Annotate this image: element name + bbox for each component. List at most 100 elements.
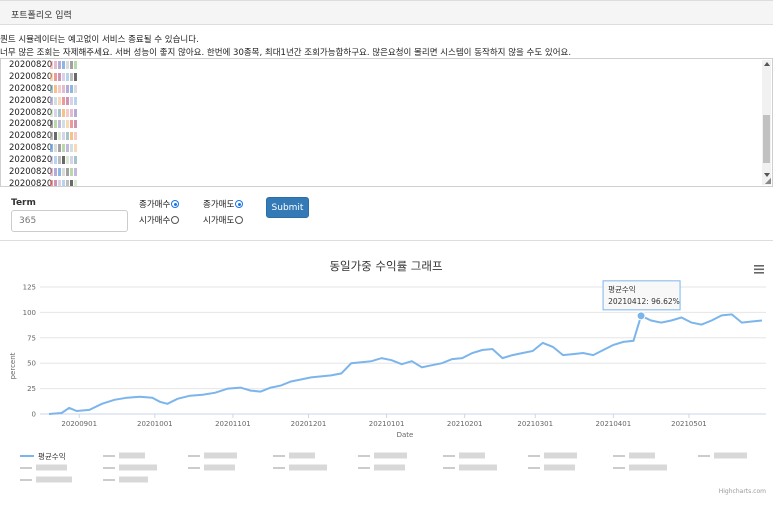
portfolio-line: 20200820	[9, 59, 77, 71]
obscured-ticker	[50, 144, 77, 153]
returns-chart: 동일가중 수익률 그래프 0 25 50 75 100 125 20200901 20201…	[9, 259, 766, 495]
portfolio-line-date: 20200820	[9, 59, 53, 70]
x-tick-label: 20201201	[291, 420, 327, 428]
obscured-ticker	[50, 120, 77, 129]
series-line-avg-return[interactable]	[48, 313, 763, 415]
y-tick-label: 100	[23, 309, 36, 317]
obscured-ticker	[50, 60, 77, 69]
legend-hidden-label	[289, 452, 315, 459]
obscured-ticker	[50, 156, 77, 165]
chart-credits[interactable]: Highcharts.com	[719, 488, 766, 495]
radio-close-sell-input[interactable]	[235, 200, 244, 208]
legend-hidden-label	[629, 452, 655, 459]
y-axis-label: percent	[9, 352, 17, 379]
portfolio-line: 20200820	[9, 154, 77, 166]
portfolio-line: 20200820	[9, 95, 77, 107]
portfolio-line-date: 20200820	[9, 178, 53, 187]
scroll-up-icon[interactable]	[764, 62, 770, 66]
legend-hidden-label	[36, 464, 67, 471]
x-tick-label: 20201001	[137, 420, 173, 428]
chart-container: 동일가중 수익률 그래프 0 25 50 75 100 125 20200901 20201…	[0, 240, 773, 521]
radio-close-sell[interactable]: 종가매도	[203, 198, 244, 210]
portfolio-line-date: 20200820	[9, 131, 53, 142]
portfolio-line: 20200820	[9, 166, 77, 178]
legend-hidden-label	[119, 452, 145, 459]
notice-usage: 너무 많은 조회는 자제해주세요. 서버 성능이 좋지 않아요. 한번에 30종…	[0, 48, 572, 58]
textarea-scrollbar[interactable]	[762, 60, 771, 185]
obscured-ticker	[50, 108, 77, 117]
y-tick-label: 0	[32, 411, 36, 419]
panel-title: 포트폴리오 입력	[11, 11, 72, 21]
radio-open-sell[interactable]: 시가매도	[203, 214, 244, 226]
portfolio-line-date: 20200820	[9, 107, 53, 118]
obscured-ticker	[50, 84, 77, 93]
portfolio-line: 20200820	[9, 71, 77, 83]
portfolio-line-date: 20200820	[9, 83, 53, 94]
x-axis-ticks: 20200901 20201001 20201101 20201201 20210101…	[40, 413, 766, 428]
portfolio-line: 20200820	[9, 83, 77, 95]
submit-button[interactable]: Submit	[266, 197, 309, 218]
x-tick-label: 20210401	[596, 420, 632, 428]
radio-open-buy-label: 시가매수	[139, 216, 171, 226]
hamburger-menu-icon[interactable]	[754, 265, 764, 274]
legend-hidden-label	[544, 464, 575, 471]
portfolio-line-date: 20200820	[9, 95, 53, 106]
radio-open-buy-input[interactable]	[171, 216, 180, 224]
radio-close-sell-label: 종가매도	[203, 200, 235, 210]
resize-handle-icon[interactable]: ◢	[765, 177, 771, 185]
portfolio-line: 20200820	[9, 130, 77, 142]
x-tick-label: 20210201	[447, 420, 483, 428]
legend-label-avg-return: 평균수익	[38, 451, 66, 461]
portfolio-line: 20200820	[9, 142, 77, 154]
tooltip-series-name: 평균수익	[608, 284, 636, 294]
portfolio-line: 20200820	[9, 107, 77, 119]
legend-hidden-label	[119, 476, 148, 483]
term-input[interactable]	[11, 210, 128, 232]
legend-hidden-label	[119, 464, 157, 471]
y-tick-label: 125	[23, 284, 36, 292]
scroll-thumb[interactable]	[763, 115, 770, 163]
hover-point[interactable]	[636, 311, 646, 321]
radio-close-buy-input[interactable]	[171, 200, 180, 208]
radio-open-sell-label: 시가매도	[203, 216, 235, 226]
obscured-ticker	[50, 132, 77, 141]
x-tick-label: 20210301	[517, 420, 553, 428]
radio-close-buy[interactable]: 종가매수	[139, 198, 180, 210]
legend-hidden-label	[629, 464, 667, 471]
notice-service: 퀀트 시뮬레이터는 예고없이 서비스 종료될 수 있습니다.	[0, 35, 199, 45]
portfolio-line: 20200820	[9, 118, 77, 130]
portfolio-textarea[interactable]: 20200820 20200820 20200820 20200820 20200820…	[0, 58, 773, 187]
legend-hidden-label	[204, 452, 237, 459]
tooltip-value: 20210412: 96.62%	[608, 297, 680, 306]
y-tick-label: 75	[27, 334, 36, 342]
radio-open-sell-input[interactable]	[235, 216, 244, 224]
x-axis-label: Date	[397, 431, 414, 439]
portfolio-line-date: 20200820	[9, 166, 53, 177]
x-tick-label: 20200901	[61, 420, 97, 428]
chart-title: 동일가중 수익률 그래프	[329, 259, 442, 273]
chart-tooltip: 평균수익 20210412: 96.62%	[602, 280, 681, 311]
portfolio-line-date: 20200820	[9, 119, 53, 130]
radio-close-buy-label: 종가매수	[139, 200, 171, 210]
portfolio-lines: 20200820 20200820 20200820 20200820 20200820…	[9, 59, 77, 187]
legend-hidden-label	[459, 464, 497, 471]
radio-open-buy[interactable]: 시가매수	[139, 214, 180, 226]
y-tick-label: 25	[27, 385, 36, 393]
legend-hidden-label	[459, 452, 485, 459]
obscured-ticker	[50, 72, 77, 81]
x-tick-label: 20201101	[215, 420, 251, 428]
obscured-ticker	[50, 167, 77, 176]
term-label: Term	[11, 198, 36, 208]
x-tick-label: 20210501	[671, 420, 707, 428]
y-axis-ticks: 0 25 50 75 100 125	[23, 284, 36, 419]
legend-hidden-label	[289, 464, 327, 471]
obscured-ticker	[50, 179, 77, 186]
panel-header: 포트폴리오 입력	[0, 0, 773, 25]
x-tick-label: 20210101	[369, 420, 405, 428]
obscured-ticker	[50, 96, 77, 105]
portfolio-line-date: 20200820	[9, 143, 53, 154]
legend-hidden-label	[374, 452, 407, 459]
legend-hidden-label	[714, 452, 747, 459]
legend-item-avg-return[interactable]: 평균수익	[20, 451, 66, 461]
portfolio-line: 20200820	[9, 178, 77, 187]
